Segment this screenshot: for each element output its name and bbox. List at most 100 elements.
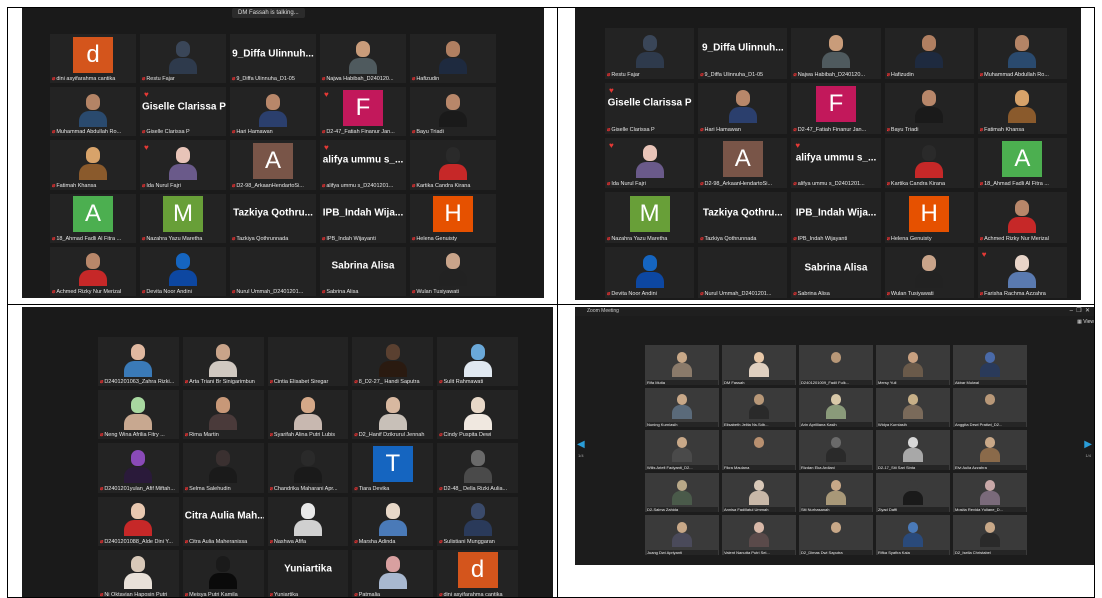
participant-tile[interactable]: M ⌀Nazahra Yazu Maretha: [605, 192, 695, 244]
participant-tile[interactable]: ⌀Selma Salehudin: [182, 443, 264, 493]
participant-tile[interactable]: A ⌀18_Ahmad Fadli Al Fitra ...: [977, 137, 1067, 189]
participant-tile[interactable]: Annisa Fadillatul Ummah: [722, 472, 796, 513]
participant-tile[interactable]: Citra Aulia Mah... ⌀Citra Aulia Maheranis…: [182, 496, 264, 546]
participant-tile[interactable]: alifya ummu s_... ♥ ⌀alifya ummu s_D240120…: [791, 137, 881, 189]
participant-tile[interactable]: Fikra Maulana: [722, 430, 796, 470]
participant-tile[interactable]: H ⌀Helena Genuisty: [410, 193, 496, 243]
participant-tile[interactable]: A ⌀D2-98_ArkaanHendartoSi...: [698, 137, 788, 189]
participant-tile[interactable]: ⌀Wulan Tusiyawati: [884, 247, 974, 298]
participant-tile[interactable]: ♥ ⌀Ida Nurul Fajri: [605, 137, 695, 189]
participant-tile[interactable]: ⌀Marsha Adinda: [352, 496, 434, 546]
participant-tile[interactable]: ⌀Chandrika Maharani Apr...: [267, 443, 349, 493]
participant-tile[interactable]: F ⌀D2-47_Fatiah Finanur Jan...: [791, 82, 881, 134]
participant-tile[interactable]: ⌀Wulan Tusiyawati: [410, 246, 496, 296]
participant-tile[interactable]: ⌀Nurul Ummah_D2401201...: [230, 246, 316, 296]
participant-tile[interactable]: DM Fassah: [722, 345, 796, 385]
participant-tile[interactable]: IPB_Indah Wija... ⌀IPB_Indah Wijayanti: [320, 193, 406, 243]
participant-tile[interactable]: Siti Nurhasanah: [799, 472, 873, 513]
participant-tile[interactable]: Ziyad Daffi: [876, 472, 950, 513]
participant-tile[interactable]: Akbar Mulwal: [953, 345, 1027, 385]
participant-tile[interactable]: ⌀Kartika Candra Kirana: [410, 140, 496, 190]
participant-tile[interactable]: Giselle Clarissa P ♥ ⌀Giselle Clarissa P: [605, 82, 695, 134]
next-page-arrow-icon[interactable]: ▶: [1084, 439, 1092, 450]
participant-tile[interactable]: Juang Dwi Apriyanti: [645, 515, 719, 555]
participant-tile[interactable]: ⌀Fatimah Khansa: [977, 82, 1067, 134]
participant-tile[interactable]: ⌀Najwa Habibah_D240120...: [320, 34, 406, 84]
participant-tile[interactable]: ⌀Hafizudin: [410, 34, 496, 84]
participant-tile[interactable]: ⌀Meisya Putri Kamila: [182, 549, 264, 597]
participant-tile[interactable]: ⌀D2-48_ Della Rizki Aulia...: [437, 443, 518, 493]
participant-tile[interactable]: D2-Salma Zahida: [645, 472, 719, 513]
participant-tile[interactable]: Sabrina Alisa ⌀Sabrina Alisa: [320, 246, 406, 296]
participant-tile[interactable]: ⌀Fatimah Khansa: [50, 140, 136, 190]
participant-tile[interactable]: ⌀Nurul Ummah_D2401201...: [698, 247, 788, 298]
participant-tile[interactable]: H ⌀Helena Genuisty: [884, 192, 974, 244]
participant-tile[interactable]: ⌀D2401201yulan_Afif Miftah...: [98, 443, 179, 493]
participant-tile[interactable]: ⌀Neng Wina Afrilia Fitry ...: [98, 390, 179, 440]
participant-tile[interactable]: ⌀8_D2-27_ Handi Saputra: [352, 337, 434, 387]
participant-tile[interactable]: ⌀Bayu Triadi: [884, 82, 974, 134]
participant-tile[interactable]: alifya ummu s_... ♥ ⌀alifya ummu s_D240120…: [320, 140, 406, 190]
participant-tile[interactable]: ⌀Ni Oktavian Haposin Putri: [98, 549, 179, 597]
participant-tile[interactable]: Elvi Aulia Azzahra: [953, 430, 1027, 470]
prev-page-arrow-icon[interactable]: ◀: [577, 439, 585, 450]
participant-tile[interactable]: Rifka Syafira Kaia: [876, 515, 950, 555]
participant-tile[interactable]: ⌀Arta Triani Br Sinigarimbun: [182, 337, 264, 387]
participant-tile[interactable]: Wilis Ariefi Fadyanti_D2...: [645, 430, 719, 470]
participant-tile[interactable]: ⌀D2_Hanif Dzikrurul Jennah: [352, 390, 434, 440]
participant-tile[interactable]: ⌀Hari Hamawan: [230, 87, 316, 137]
participant-tile[interactable]: d ⌀dini asyifarahma cantika: [50, 34, 136, 84]
participant-tile[interactable]: ⌀Cindy Puspita Dewi: [437, 390, 518, 440]
participant-tile[interactable]: ⌀Bayu Triadi: [410, 87, 496, 137]
participant-tile[interactable]: Elisabeth Jelita Ns.Sdb...: [722, 387, 796, 428]
participant-tile[interactable]: ⌀Sulit Rahmawati: [437, 337, 518, 387]
participant-tile[interactable]: M ⌀Nazahra Yazu Maretha: [140, 193, 226, 243]
participant-tile[interactable]: ⌀Devita Noor Andini: [140, 246, 226, 296]
participant-tile[interactable]: ⌀Patmalia: [352, 549, 434, 597]
participant-tile[interactable]: ⌀Syarifah Alina Putri Lubis: [267, 390, 349, 440]
participant-tile[interactable]: D2_Dimas Dwi Saputra: [799, 515, 873, 555]
participant-tile[interactable]: ⌀Muhammad Abdullah Ro...: [50, 87, 136, 137]
participant-tile[interactable]: ⌀D2401201088_Alde Dini Y...: [98, 496, 179, 546]
participant-tile[interactable]: ⌀Hari Hamawan: [698, 82, 788, 134]
participant-tile[interactable]: Mersy Yuli: [876, 345, 950, 385]
participant-tile[interactable]: ⌀Devita Noor Andini: [605, 247, 695, 298]
participant-tile[interactable]: ⌀Nashwa Afifa: [267, 496, 349, 546]
participant-tile[interactable]: ⌀Kartika Candra Kirana: [884, 137, 974, 189]
participant-tile[interactable]: ⌀Rima Martin: [182, 390, 264, 440]
participant-tile[interactable]: IPB_Indah Wija... ⌀IPB_Indah Wijayanti: [791, 192, 881, 244]
participant-tile[interactable]: d ⌀dini asyifarahma cantika: [437, 549, 518, 597]
participant-tile[interactable]: Sabrina Alisa ⌀Sabrina Alisa: [791, 247, 881, 298]
participant-tile[interactable]: ♥ ⌀Farisha Rachma Azzahra: [977, 247, 1067, 298]
participant-tile[interactable]: A ⌀D2-98_ArkaanHendartoSi...: [230, 140, 316, 190]
participant-tile[interactable]: Yuniartika ⌀Yuniartika: [267, 549, 349, 597]
participant-tile[interactable]: Arin Aprilliana Kasih: [799, 387, 873, 428]
participant-tile[interactable]: 9_Diffa Ulinnuh... ⌀9_Diffa Ulinnuha_D1-0…: [230, 34, 316, 84]
participant-tile[interactable]: ⌀Restu Fajar: [140, 34, 226, 84]
window-controls[interactable]: – ❐ ✕: [1070, 307, 1090, 316]
participant-tile[interactable]: A ⌀18_Ahmad Fadli Al Fitra ...: [50, 193, 136, 243]
participant-tile[interactable]: Valent Nanutta Putri Sei...: [722, 515, 796, 555]
participant-tile[interactable]: D2401201009_Fadil Fulk...: [799, 345, 873, 385]
participant-tile[interactable]: Widya Kurniasih: [876, 387, 950, 428]
participant-tile[interactable]: F ♥ ⌀D2-47_Fatiah Finanur Jan...: [320, 87, 406, 137]
participant-tile[interactable]: ⌀Restu Fajar: [605, 28, 695, 79]
participant-tile[interactable]: Rifa Mutia: [645, 345, 719, 385]
participant-tile[interactable]: 9_Diffa Ulinnuh... ⌀9_Diffa Ulinnuha_D1-0…: [698, 28, 788, 79]
participant-tile[interactable]: Tazkiya Qothru... ⌀Tazkiya Qothrunnada: [698, 192, 788, 244]
participant-tile[interactable]: ♥ ⌀Ida Nurul Fajri: [140, 140, 226, 190]
participant-tile[interactable]: ⌀Cintia Elisabet Siregar: [267, 337, 349, 387]
participant-tile[interactable]: ⌀Sulistiani Munggaran: [437, 496, 518, 546]
participant-tile[interactable]: T ⌀Tiara Devika: [352, 443, 434, 493]
participant-tile[interactable]: ⌀Najwa Habibah_D240120...: [791, 28, 881, 79]
participant-tile[interactable]: D2_Isella Christabel: [953, 515, 1027, 555]
participant-tile[interactable]: ⌀Achmed Rizky Nur Merizal: [977, 192, 1067, 244]
participant-tile[interactable]: ⌀D2401201063_Zahra Rizki...: [98, 337, 179, 387]
participant-tile[interactable]: ⌀Hafizudin: [884, 28, 974, 79]
participant-tile[interactable]: ⌀Achmed Rizky Nur Merizal: [50, 246, 136, 296]
participant-tile[interactable]: Nuning Kurniasih: [645, 387, 719, 428]
participant-tile[interactable]: Anggita Dewi Pratiwi_D2...: [953, 387, 1027, 428]
participant-tile[interactable]: D2-17_Siti Sari Sinta: [876, 430, 950, 470]
participant-tile[interactable]: Rizdan Eka Ardiani: [799, 430, 873, 470]
view-button[interactable]: ▦ View: [1077, 319, 1094, 325]
